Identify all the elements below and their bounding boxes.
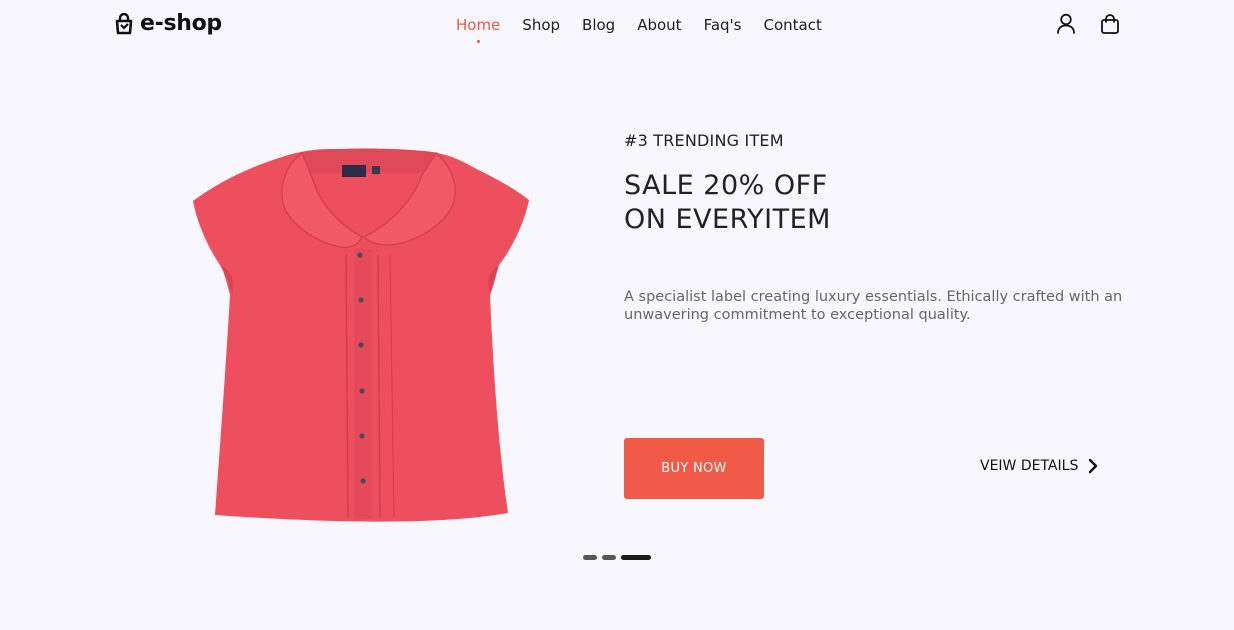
hero-description: A specialist label creating luxury essen…: [624, 289, 1123, 323]
logo-text: e-shop: [140, 11, 222, 36]
nav-about[interactable]: About: [637, 15, 681, 35]
logo[interactable]: e-shop: [113, 11, 222, 36]
main-nav: Home Shop Blog About Faq's Contact: [456, 15, 822, 43]
slider-dot[interactable]: [583, 555, 597, 560]
shirt-button: [357, 252, 363, 258]
view-details-link[interactable]: VEIW DETAILS: [980, 458, 1098, 474]
nav-blog[interactable]: Blog: [582, 15, 615, 35]
shirt-button: [358, 342, 364, 348]
shirt-button: [359, 433, 365, 439]
header-actions: [1056, 13, 1120, 35]
view-details-label: VEIW DETAILS: [980, 458, 1079, 474]
shirt-button: [360, 478, 366, 484]
chevron-right-icon: [1089, 458, 1098, 474]
buy-now-button[interactable]: BUY NOW: [624, 438, 764, 499]
shopping-bag-icon[interactable]: [1100, 13, 1120, 35]
shirt-button: [358, 297, 364, 303]
shirt-button: [359, 388, 365, 394]
slider-dot-active[interactable]: [621, 555, 651, 560]
product-image: [193, 148, 529, 522]
slider-dots: [583, 555, 651, 560]
label-tag: [342, 165, 366, 177]
hero-headline: SALE 20% OFF ON EVERYITEM: [624, 170, 831, 235]
trending-kicker: #3 TRENDING ITEM: [624, 131, 784, 150]
collar-back-shape: [300, 148, 438, 173]
page: e-shop Home Shop Blog About Faq's Contac…: [0, 0, 1234, 630]
nav-home[interactable]: Home: [456, 15, 500, 43]
nav-faqs[interactable]: Faq's: [704, 15, 742, 35]
user-icon[interactable]: [1056, 13, 1076, 35]
nav-contact[interactable]: Contact: [763, 15, 821, 35]
slider-dot[interactable]: [602, 555, 616, 560]
nav-shop[interactable]: Shop: [522, 15, 560, 35]
size-tag: [372, 166, 380, 174]
shopping-bag-logo-icon: [115, 12, 133, 34]
